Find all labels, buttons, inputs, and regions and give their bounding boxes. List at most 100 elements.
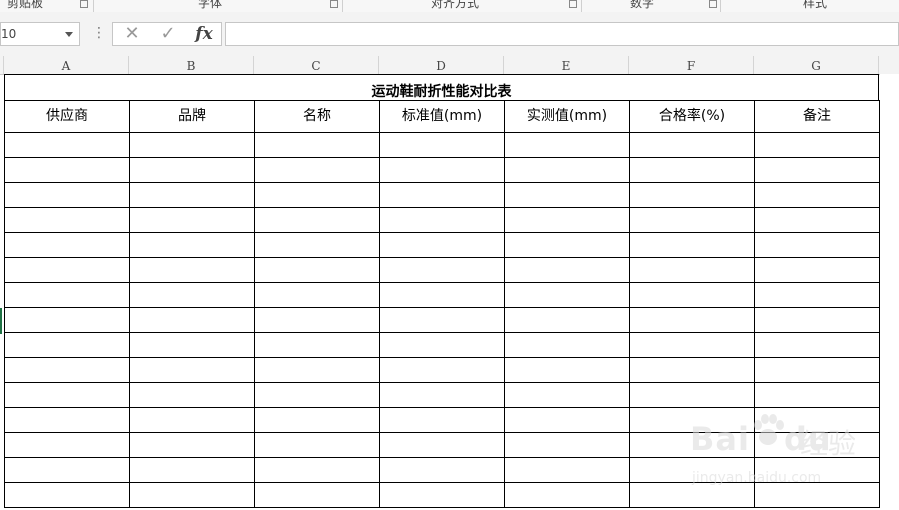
table-cell[interactable]	[379, 182, 505, 208]
table-cell[interactable]	[129, 432, 255, 458]
header-cell-pass-rate[interactable]: 合格率(%)	[629, 100, 755, 133]
table-cell[interactable]	[129, 207, 255, 233]
table-cell[interactable]	[504, 282, 630, 308]
table-cell[interactable]	[254, 132, 380, 158]
table-cell[interactable]	[129, 482, 255, 508]
table-cell[interactable]	[379, 257, 505, 283]
table-cell[interactable]	[379, 382, 505, 408]
table-cell[interactable]	[504, 457, 630, 483]
column-header-c[interactable]: C	[254, 56, 379, 74]
table-cell[interactable]	[4, 382, 130, 408]
table-cell[interactable]	[254, 357, 380, 383]
header-cell-name[interactable]: 名称	[254, 100, 380, 133]
table-cell[interactable]	[379, 357, 505, 383]
table-cell[interactable]	[379, 282, 505, 308]
enter-icon[interactable]: ✓	[153, 23, 183, 45]
table-cell[interactable]	[254, 207, 380, 233]
table-cell[interactable]	[629, 232, 755, 258]
table-cell[interactable]	[379, 132, 505, 158]
table-cell[interactable]	[254, 332, 380, 358]
column-header-d[interactable]: D	[379, 56, 504, 74]
table-cell[interactable]	[129, 257, 255, 283]
column-header-g[interactable]: G	[754, 56, 879, 74]
table-cell[interactable]	[629, 357, 755, 383]
table-cell[interactable]	[629, 257, 755, 283]
column-header-e[interactable]: E	[504, 56, 629, 74]
table-cell[interactable]	[254, 157, 380, 183]
table-cell[interactable]	[504, 207, 630, 233]
table-cell[interactable]	[504, 357, 630, 383]
header-cell-supplier[interactable]: 供应商	[4, 100, 130, 133]
table-cell[interactable]	[504, 307, 630, 333]
table-cell[interactable]	[379, 232, 505, 258]
table-cell[interactable]	[129, 407, 255, 433]
table-cell[interactable]	[379, 482, 505, 508]
table-cell[interactable]	[254, 382, 380, 408]
insert-function-icon[interactable]: fx	[189, 23, 219, 45]
table-cell[interactable]	[4, 232, 130, 258]
table-cell[interactable]	[629, 157, 755, 183]
table-cell[interactable]	[254, 307, 380, 333]
table-cell[interactable]	[379, 332, 505, 358]
table-cell[interactable]	[4, 307, 130, 333]
cancel-icon[interactable]: ✕	[117, 23, 147, 45]
table-cell[interactable]	[129, 357, 255, 383]
formula-input[interactable]	[225, 22, 899, 46]
table-cell[interactable]	[754, 232, 880, 258]
header-cell-standard-value[interactable]: 标准值(mm)	[379, 100, 505, 133]
table-cell[interactable]	[754, 332, 880, 358]
table-cell[interactable]	[129, 157, 255, 183]
table-cell[interactable]	[129, 332, 255, 358]
table-cell[interactable]	[379, 207, 505, 233]
table-cell[interactable]	[4, 457, 130, 483]
clipboard-dialog-launcher-icon[interactable]	[80, 0, 88, 8]
table-cell[interactable]	[754, 282, 880, 308]
table-cell[interactable]	[504, 132, 630, 158]
table-cell[interactable]	[754, 257, 880, 283]
table-cell[interactable]	[504, 182, 630, 208]
column-header-a[interactable]: A	[4, 56, 129, 74]
table-cell[interactable]	[4, 482, 130, 508]
table-cell[interactable]	[504, 382, 630, 408]
header-cell-measured-value[interactable]: 实测值(mm)	[504, 100, 630, 133]
table-cell[interactable]	[379, 407, 505, 433]
table-cell[interactable]	[504, 157, 630, 183]
table-cell[interactable]	[129, 382, 255, 408]
table-cell[interactable]	[129, 182, 255, 208]
table-cell[interactable]	[629, 207, 755, 233]
more-options-icon[interactable]: ⋮	[92, 26, 106, 40]
table-cell[interactable]	[129, 132, 255, 158]
header-cell-brand[interactable]: 品牌	[129, 100, 255, 133]
name-box[interactable]: 10	[0, 22, 80, 46]
table-cell[interactable]	[4, 357, 130, 383]
font-dialog-launcher-icon[interactable]	[330, 0, 338, 8]
table-cell[interactable]	[254, 232, 380, 258]
table-cell[interactable]	[4, 132, 130, 158]
table-cell[interactable]	[504, 407, 630, 433]
table-cell[interactable]	[379, 457, 505, 483]
table-cell[interactable]	[254, 257, 380, 283]
table-cell[interactable]	[254, 182, 380, 208]
table-cell[interactable]	[754, 207, 880, 233]
table-cell[interactable]	[629, 182, 755, 208]
table-cell[interactable]	[379, 157, 505, 183]
table-cell[interactable]	[4, 282, 130, 308]
table-cell[interactable]	[754, 357, 880, 383]
table-cell[interactable]	[254, 432, 380, 458]
table-cell[interactable]	[4, 157, 130, 183]
table-cell[interactable]	[254, 482, 380, 508]
table-cell[interactable]	[129, 282, 255, 308]
table-cell[interactable]	[629, 307, 755, 333]
table-cell[interactable]	[129, 232, 255, 258]
column-header-next[interactable]	[879, 56, 899, 74]
table-cell[interactable]	[754, 182, 880, 208]
table-cell[interactable]	[379, 307, 505, 333]
table-cell[interactable]	[379, 432, 505, 458]
table-cell[interactable]	[4, 207, 130, 233]
table-cell[interactable]	[254, 282, 380, 308]
column-header-f[interactable]: F	[629, 56, 754, 74]
table-cell[interactable]	[254, 457, 380, 483]
table-cell[interactable]	[4, 332, 130, 358]
table-cell[interactable]	[504, 332, 630, 358]
header-cell-remarks[interactable]: 备注	[754, 100, 880, 133]
